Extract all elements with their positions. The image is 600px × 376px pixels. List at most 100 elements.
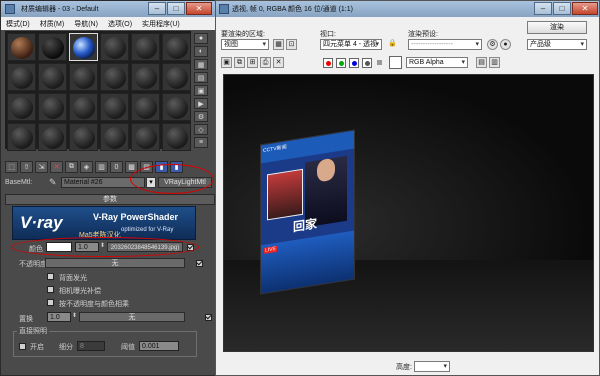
put-to-library-icon[interactable]: ▥ (95, 161, 108, 173)
multiply-by-opacity-checkbox[interactable] (47, 299, 54, 306)
sample-slot[interactable] (38, 93, 67, 121)
displace-map-button[interactable]: 无 (79, 312, 185, 322)
sample-slot[interactable] (69, 93, 98, 121)
options-icon[interactable]: ⚙ (194, 111, 208, 122)
menu-material[interactable]: 材质(M) (40, 19, 65, 30)
background-icon[interactable]: ▦ (194, 59, 208, 70)
sample-slot[interactable] (131, 63, 160, 91)
sample-slot[interactable] (162, 93, 191, 121)
get-material-icon[interactable]: ⬚ (5, 161, 18, 173)
assign-to-selection-icon[interactable]: ⇲ (35, 161, 48, 173)
sample-slot[interactable] (7, 63, 36, 91)
backlight-icon[interactable]: ◐ (194, 46, 208, 57)
sample-slot-active[interactable] (69, 33, 98, 61)
area-to-render-dropdown[interactable]: 视图 (221, 39, 269, 50)
menu-mode[interactable]: 模式(D) (6, 19, 30, 30)
camera-exposure-checkbox[interactable] (47, 286, 54, 293)
red-channel-toggle[interactable] (323, 58, 333, 68)
menu-navigation[interactable]: 导航(N) (74, 19, 98, 30)
close-icon[interactable]: ✕ (572, 2, 598, 15)
sample-slot[interactable] (7, 123, 36, 151)
toggle-ui-icon[interactable]: ▥ (489, 57, 500, 68)
sample-slot[interactable] (100, 123, 129, 151)
copy-image-icon[interactable]: ⧉ (234, 57, 245, 68)
alpha-channel-toggle[interactable] (362, 58, 372, 68)
minimize-icon[interactable]: – (534, 2, 552, 15)
render-setup-icon[interactable]: ⚙ (487, 39, 498, 50)
menu-utilities[interactable]: 实用程序(U) (142, 19, 180, 30)
menu-options[interactable]: 选项(O) (108, 19, 132, 30)
display-channel-dropdown[interactable]: RGB Alpha (406, 57, 468, 68)
blue-channel-toggle[interactable] (349, 58, 359, 68)
swatch-color[interactable] (389, 56, 402, 69)
make-preview-icon[interactable]: ▶ (194, 98, 208, 109)
sample-slot[interactable] (100, 63, 129, 91)
sample-slot[interactable] (100, 93, 129, 121)
sample-slot[interactable] (131, 123, 160, 151)
checkbox-row[interactable]: 背面发光 (47, 273, 87, 283)
sample-type-icon[interactable]: ● (194, 33, 208, 44)
material-sphere (135, 127, 157, 149)
sample-slot[interactable] (162, 63, 191, 91)
save-image-icon[interactable]: ▣ (221, 57, 232, 68)
backside-emit-checkbox[interactable] (47, 273, 54, 280)
material-id-icon[interactable]: 0 (110, 161, 123, 173)
print-image-icon[interactable]: ⎙ (260, 57, 271, 68)
monochrome-toggle[interactable] (375, 58, 385, 68)
parameters-rollout-header[interactable]: 参数 (5, 194, 215, 205)
viewport-dropdown[interactable]: 四元菜单 4 - 透视 (320, 39, 382, 50)
sample-slot[interactable] (100, 33, 129, 61)
displace-map-checkbox[interactable] (204, 314, 212, 321)
material-sphere (104, 97, 126, 119)
video-color-check-icon[interactable]: ▣ (194, 85, 208, 96)
checkbox-row[interactable]: 相机曝光补偿 (47, 286, 101, 296)
threshold-field[interactable]: 0.001 (139, 341, 179, 351)
render-quality-dropdown[interactable]: 产品级 (527, 39, 587, 50)
minimize-icon[interactable]: – (148, 2, 166, 15)
close-icon[interactable]: ✕ (186, 2, 212, 15)
opacity-map-checkbox[interactable] (195, 260, 203, 267)
put-to-scene-icon[interactable]: ⇧ (20, 161, 33, 173)
material-map-navigator-icon[interactable]: ≡ (194, 137, 208, 148)
maximize-icon[interactable]: □ (553, 2, 571, 15)
displace-amount-field[interactable]: 1.0 (47, 312, 71, 322)
reset-material-icon[interactable]: ✕ (50, 161, 63, 173)
uv-tiling-icon[interactable]: ▤ (194, 72, 208, 83)
eyedropper-icon[interactable]: ✎ (49, 177, 59, 188)
green-channel-toggle[interactable] (336, 58, 346, 68)
subdivs-field[interactable]: 8 (77, 341, 105, 351)
copy-material-icon[interactable]: ⧉ (65, 161, 78, 173)
direct-on-checkbox[interactable] (19, 343, 26, 350)
clear-icon[interactable]: ✕ (273, 57, 284, 68)
banner-subtitle: optimized for V-Ray (121, 227, 174, 233)
sample-slot[interactable] (69, 123, 98, 151)
opacity-map-button[interactable]: 无 (45, 258, 185, 268)
sample-slot[interactable] (69, 63, 98, 91)
spinner-icon[interactable]: ⬍ (72, 312, 77, 319)
sample-slot[interactable] (131, 93, 160, 121)
sample-slot[interactable] (38, 63, 67, 91)
environment-icon[interactable]: ● (500, 39, 511, 50)
checkbox-row[interactable]: 按不透明度与颜色相乘 (47, 299, 129, 309)
toggle-ui-overlay-icon[interactable]: ▤ (476, 57, 487, 68)
maximize-icon[interactable]: □ (167, 2, 185, 15)
checkbox-label: 相机曝光补偿 (58, 288, 101, 295)
auto-region-icon[interactable]: ⊡ (286, 39, 297, 50)
make-unique-icon[interactable]: ◈ (80, 161, 93, 173)
rendered-image-viewport[interactable]: CCTV新闻 回家 LIVE (223, 74, 594, 352)
sample-slot[interactable] (7, 93, 36, 121)
edit-region-icon[interactable]: ▦ (273, 39, 284, 50)
sample-slot[interactable] (7, 33, 36, 61)
monochrome-icon (377, 60, 382, 65)
render-button[interactable]: 渲染 (527, 21, 587, 34)
sample-slot[interactable] (38, 33, 67, 61)
select-by-material-icon[interactable]: ◇ (194, 124, 208, 135)
height-field[interactable] (414, 361, 450, 372)
sample-slot[interactable] (131, 33, 160, 61)
sample-slot[interactable] (38, 123, 67, 151)
sample-slot[interactable] (162, 123, 191, 151)
clone-window-icon[interactable]: ⊞ (247, 57, 258, 68)
render-preset-dropdown[interactable]: ------------------ (408, 39, 482, 50)
sample-slot[interactable] (162, 33, 191, 61)
lock-icon[interactable]: 🔒 (387, 39, 398, 50)
